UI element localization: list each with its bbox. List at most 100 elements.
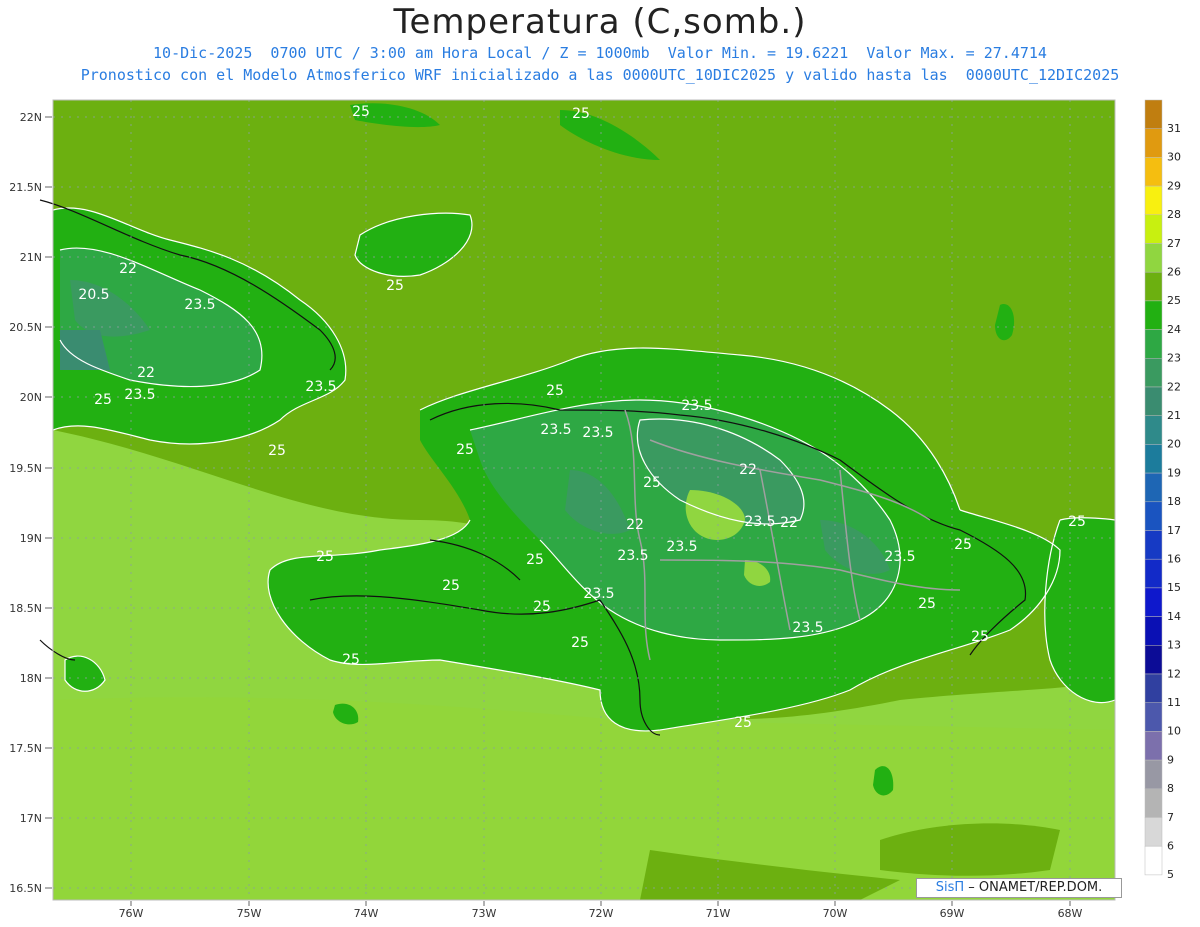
contour-label: 25 [918,596,936,612]
colorbar-swatch [1144,329,1163,359]
lon-tick-marks [130,901,1071,906]
colorbar-swatch [1144,530,1163,560]
colorbar-swatch [1144,673,1163,703]
colorbar-swatch [1144,243,1163,273]
colorbar-label: 21 [1167,409,1181,422]
colorbar-label: 12 [1167,667,1181,680]
colorbar-swatch [1144,128,1163,158]
lat-tick-label: 18N [20,672,42,685]
lon-axis: 76W 75W 74W 73W 72W 71W 70W 69W 68W [119,907,1083,920]
contour-label: 25 [386,278,404,294]
colorbar-swatch [1144,645,1163,675]
colorbar-swatch [1144,845,1163,876]
subtitle-line-2: Pronostico con el Modelo Atmosferico WRF… [80,66,1120,84]
colorbar-label: 18 [1167,495,1181,508]
lat-tick-label: 17.5N [9,742,42,755]
colorbar-swatch [1144,300,1163,330]
lon-tick-label: 68W [1058,907,1083,920]
max-value: Valor Max. = 27.4714 [866,44,1047,62]
subtitle-line-1: 10-Dic-2025 0700 UTC / 3:00 am Hora Loca… [0,44,1200,62]
lat-axis: 22N 21.5N 21N 20.5N 20N 19.5N 19N 18.5N … [9,111,42,895]
contour-label: 22 [137,365,155,381]
credit-text: – ONAMET/REP.DOM. [964,880,1103,895]
sispi-logo: SisΠ [935,880,965,895]
contour-label: 23.5 [184,297,215,313]
colorbar-label: 14 [1167,610,1181,623]
colorbar-swatch [1144,386,1163,416]
contour-label: 25 [734,715,752,731]
contour-label: 23.5 [666,539,697,555]
contour-label: 25 [342,652,360,668]
colorbar-label: 24 [1167,323,1181,336]
contour-label: 22 [119,261,137,277]
contour-label: 23.5 [792,620,823,636]
colorbar-swatch [1144,788,1163,818]
lon-tick-label: 71W [706,907,731,920]
contour-label: 23.5 [744,514,775,530]
contour-label: 23.5 [681,398,712,414]
lon-tick-label: 74W [354,907,379,920]
colorbar-label: 30 [1167,151,1181,164]
map-title: Temperatura (C,somb.) [393,2,807,42]
colorbar-swatch [1144,558,1163,589]
colorbar-swatch [1144,759,1163,790]
colorbar-label: 19 [1167,466,1181,479]
contour-label: 25 [316,549,334,565]
colorbar-swatch [1144,702,1163,732]
contour-label: 25 [268,443,286,459]
colorbar-swatch [1144,444,1163,474]
colorbar-label: 22 [1167,380,1181,393]
contour-label: 25 [643,475,661,491]
contour-label: 25 [533,599,551,615]
contour-label: 25 [526,552,544,568]
contour-label: 25 [572,106,590,122]
contour-label: 22 [780,515,798,531]
lon-tick-label: 72W [589,907,614,920]
colorbar-swatch [1144,157,1163,187]
forecast-map: 22N 21.5N 21N 20.5N 20N 19.5N 19N 18.5N … [9,99,1181,920]
contour-label: 22 [626,517,644,533]
credit-box: SisΠ – ONAMET/REP.DOM. [916,878,1122,898]
lat-tick-label: 20.5N [9,321,42,334]
contour-label: 25 [352,104,370,120]
lon-tick-label: 69W [940,907,965,920]
lon-tick-label: 73W [472,907,497,920]
contour-label: 25 [971,629,989,645]
lat-tick-label: 21N [20,251,42,264]
colorbar-label: 15 [1167,581,1181,594]
colorbar: 31 30 29 28 27 26 25 24 23 22 21 20 19 18 17 16 15 14 13 12… [1144,99,1181,881]
contour-label: 23.5 [583,586,614,602]
lat-tick-label: 21.5N [9,181,42,194]
colorbar-label: 25 [1167,294,1181,307]
contour-label: 25 [571,635,589,651]
colorbar-label: 23 [1167,352,1181,365]
colorbar-swatch [1144,415,1163,445]
colorbar-swatch [1144,817,1163,847]
colorbar-label: 7 [1167,811,1174,824]
contour-label: 23.5 [582,425,613,441]
colorbar-swatch [1144,731,1163,761]
colorbar-label: 10 [1167,725,1181,738]
colorbar-label: 20 [1167,438,1181,451]
lat-tick-label: 16.5N [9,882,42,895]
colorbar-label: 8 [1167,782,1174,795]
colorbar-swatch [1144,214,1163,244]
colorbar-label: 31 [1167,122,1181,135]
contour-label: 23.5 [617,548,648,564]
colorbar-swatch [1144,271,1163,302]
lat-tick-label: 17N [20,812,42,825]
lon-tick-label: 75W [237,907,262,920]
colorbar-label: 5 [1167,868,1174,881]
contour-label: 23.5 [305,379,336,395]
colorbar-swatch [1144,185,1163,216]
colorbar-swatch [1144,616,1163,646]
forecast-datetime: 10-Dic-2025 0700 UTC / 3:00 am Hora Loca… [153,44,650,62]
colorbar-label: 17 [1167,524,1181,537]
contour-label: 23.5 [540,422,571,438]
lat-tick-label: 19.5N [9,462,42,475]
colorbar-swatch [1144,472,1163,503]
lat-tick-label: 22N [20,111,42,124]
contour-label: 25 [442,578,460,594]
contour-label: 22 [739,462,757,478]
contour-label: 25 [954,537,972,553]
